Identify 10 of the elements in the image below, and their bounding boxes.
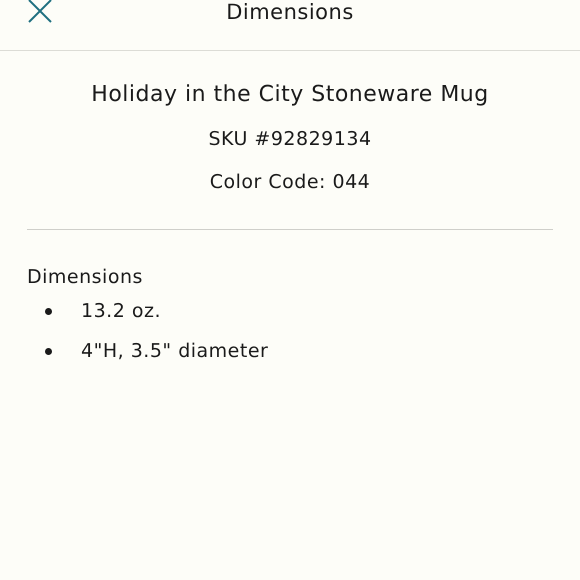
close-icon[interactable]	[28, 0, 52, 23]
product-name: Holiday in the City Stoneware Mug	[90, 81, 490, 109]
dimension-item: 13.2 oz.	[81, 299, 161, 324]
dimension-item: 4"H, 3.5" diameter	[81, 339, 268, 364]
bullet-icon	[45, 308, 52, 315]
page-title: Dimensions	[226, 0, 354, 24]
sku-text: SKU #92829134	[208, 128, 372, 150]
bullet-icon	[45, 348, 52, 355]
color-code-text: Color Code: 044	[210, 170, 370, 192]
section-heading: Dimensions	[27, 266, 143, 288]
